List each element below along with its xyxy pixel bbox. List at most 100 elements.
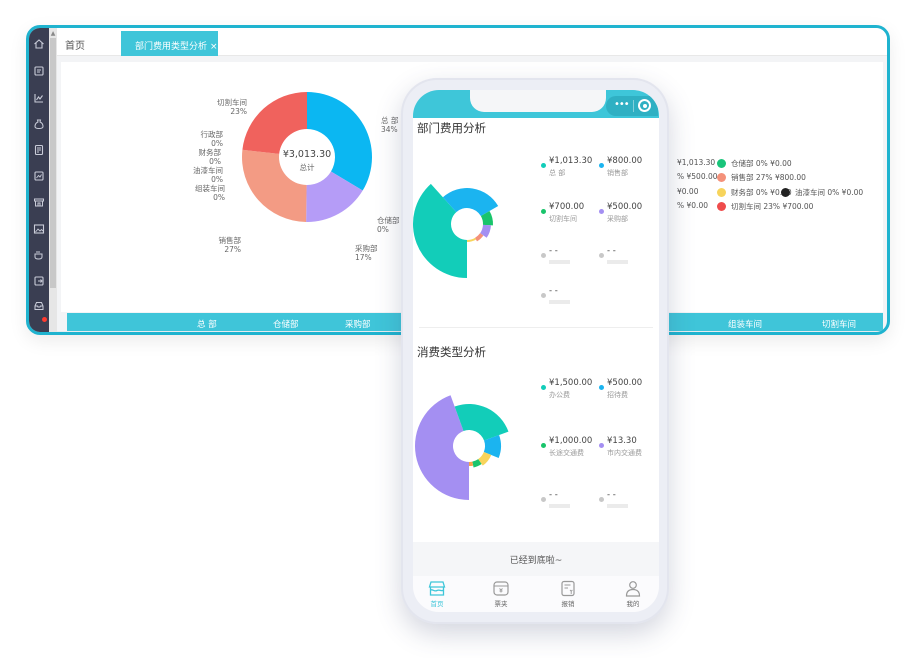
image-icon[interactable] bbox=[33, 223, 45, 235]
chart-icon[interactable] bbox=[33, 92, 45, 104]
report-icon[interactable] bbox=[33, 170, 45, 182]
tab-label: 票夹 bbox=[494, 600, 508, 608]
column-header[interactable]: 采购部 bbox=[345, 318, 371, 330]
legend-dot bbox=[599, 385, 604, 390]
mini-program-nav-bar: ••• bbox=[413, 90, 659, 118]
tab-label: 报销 bbox=[561, 600, 575, 608]
legend-value: ¥500.00 bbox=[607, 378, 643, 388]
phone-tab-home[interactable]: 首页 bbox=[417, 580, 457, 608]
donut-slice-cutting[interactable] bbox=[242, 92, 307, 154]
legend-dot bbox=[541, 385, 546, 390]
placeholder-bar bbox=[607, 260, 628, 264]
legend-dot bbox=[781, 188, 790, 197]
document-icon[interactable] bbox=[33, 144, 45, 156]
legend-value: ¥800.00 bbox=[607, 156, 643, 166]
legend-dot bbox=[599, 209, 604, 214]
donut-total-value: ¥3,013.30 bbox=[282, 149, 332, 160]
scroll-up-arrow[interactable]: ▲ bbox=[50, 30, 56, 37]
legend-label: 市内交通费 bbox=[607, 449, 642, 457]
bill-icon[interactable] bbox=[33, 65, 45, 77]
donut-label-admin: 行政部 0% bbox=[200, 130, 224, 148]
legend-dot bbox=[541, 443, 546, 448]
tab-dept-expense-analysis[interactable]: 部门费用类型分析 × bbox=[121, 31, 218, 56]
legend-dot bbox=[541, 253, 546, 258]
section-divider bbox=[419, 327, 653, 328]
legend-label: 切割车间 bbox=[549, 215, 577, 223]
legend-value: - - bbox=[549, 286, 558, 296]
donut-label-purchase: 采购部 17% bbox=[355, 244, 378, 262]
phone-tab-reimburse[interactable]: 报销 bbox=[548, 580, 588, 608]
sidebar bbox=[29, 28, 49, 332]
shop-icon bbox=[428, 581, 446, 596]
home-icon[interactable] bbox=[33, 38, 45, 50]
phone-screen: ••• 部门费用分析 ¥1,013.30 总 部 ¥800.00 销售部 ¥700.00… bbox=[413, 90, 659, 612]
legend-item-sales[interactable]: 销售部 27% ¥800.00 bbox=[717, 172, 806, 183]
legend-value: ¥700.00 bbox=[549, 202, 585, 212]
rose-segment-other-2[interactable] bbox=[467, 237, 476, 242]
legend-item-paint[interactable]: 油漆车间 0% ¥0.00 bbox=[781, 187, 863, 198]
legend-label: 招待费 bbox=[607, 391, 628, 399]
export-icon[interactable] bbox=[33, 275, 45, 287]
user-icon bbox=[625, 581, 641, 597]
legend-value: - - bbox=[549, 490, 558, 500]
legend-value: - - bbox=[607, 490, 616, 500]
legend-dot bbox=[541, 209, 546, 214]
tab-home[interactable]: 首页 bbox=[65, 37, 85, 52]
legend-dot bbox=[541, 497, 546, 502]
legend-label: 办公费 bbox=[549, 391, 570, 399]
column-header[interactable]: 切割车间 bbox=[822, 318, 856, 330]
close-icon[interactable]: × bbox=[210, 42, 218, 52]
shop-icon[interactable] bbox=[33, 196, 45, 208]
phone-tab-bar: 首页 票夹 报销 我的 bbox=[413, 576, 659, 612]
donut-label-cutting: 切割车间 23% bbox=[217, 98, 247, 116]
phone-tab-ticket-box[interactable]: 票夹 bbox=[481, 580, 521, 608]
rose-svg bbox=[414, 395, 509, 500]
donut-legend: ¥1,013.30 仓储部 0% ¥0.00 % ¥500.00 销售部 27%… bbox=[677, 158, 887, 222]
phone-mockup: ••• 部门费用分析 ¥1,013.30 总 部 ¥800.00 销售部 ¥700.00… bbox=[401, 78, 669, 624]
legend-value: ¥1,500.00 bbox=[549, 378, 593, 388]
legend-dot bbox=[717, 173, 726, 182]
column-header[interactable]: 组装车间 bbox=[728, 318, 762, 330]
donut-total-label: 总计 bbox=[299, 163, 315, 172]
legend-dot bbox=[599, 497, 604, 502]
legend-item: % ¥500.00 bbox=[677, 172, 718, 181]
ticket-box-icon bbox=[493, 581, 509, 596]
end-of-list-text: 已经到底啦~ bbox=[509, 556, 563, 566]
tab-label: 首页 bbox=[430, 600, 444, 608]
legend-dot bbox=[717, 188, 726, 197]
donut-label-sales: 销售部 27% bbox=[218, 236, 242, 254]
placeholder-bar bbox=[549, 300, 570, 304]
donut-slice-headquarters[interactable] bbox=[307, 92, 372, 191]
legend-value: - - bbox=[607, 246, 616, 256]
rose-svg bbox=[413, 183, 499, 278]
column-header[interactable]: 仓储部 bbox=[273, 318, 299, 330]
expense-type-card: 消费类型分析 ¥1,500.00 办公费 ¥500.00 招待费 ¥1,000.00 长途… bbox=[413, 330, 659, 542]
donut-label-assembly: 组装车间 0% bbox=[195, 184, 225, 202]
type-rose-chart bbox=[414, 390, 521, 502]
placeholder-bar bbox=[549, 260, 570, 264]
donut-slice-sales[interactable] bbox=[242, 149, 307, 222]
rose-segment-office[interactable] bbox=[454, 404, 509, 441]
phone-tab-mine[interactable]: 我的 bbox=[613, 580, 653, 608]
phone-notch bbox=[470, 90, 606, 112]
legend-item-cutting[interactable]: 切割车间 23% ¥700.00 bbox=[717, 201, 813, 212]
legend-label: 采购部 bbox=[607, 215, 628, 223]
legend-dot bbox=[717, 159, 726, 168]
legend-dot bbox=[541, 293, 546, 298]
dept-expense-card: 部门费用分析 ¥1,013.30 总 部 ¥800.00 销售部 ¥700.00 切割车间… bbox=[413, 118, 659, 330]
tab-bar: 首页 部门费用类型分析 × bbox=[57, 28, 887, 56]
coffee-icon[interactable] bbox=[33, 249, 45, 261]
legend-item-warehouse[interactable]: 仓储部 0% ¥0.00 bbox=[717, 158, 792, 169]
capsule-divider bbox=[633, 100, 634, 112]
inbox-icon[interactable] bbox=[33, 300, 45, 312]
close-target-icon[interactable] bbox=[638, 99, 651, 112]
column-header[interactable]: 总 部 bbox=[197, 318, 217, 330]
legend-value: ¥13.30 bbox=[607, 436, 637, 446]
money-bag-icon[interactable] bbox=[33, 118, 45, 130]
more-icon[interactable]: ••• bbox=[614, 99, 630, 110]
legend-dot bbox=[599, 163, 604, 168]
donut-label-finance: 财务部 0% bbox=[198, 148, 222, 166]
scrollbar-thumb[interactable] bbox=[50, 38, 56, 288]
legend-dot bbox=[717, 202, 726, 211]
tab-label: 部门费用类型分析 bbox=[135, 42, 208, 52]
